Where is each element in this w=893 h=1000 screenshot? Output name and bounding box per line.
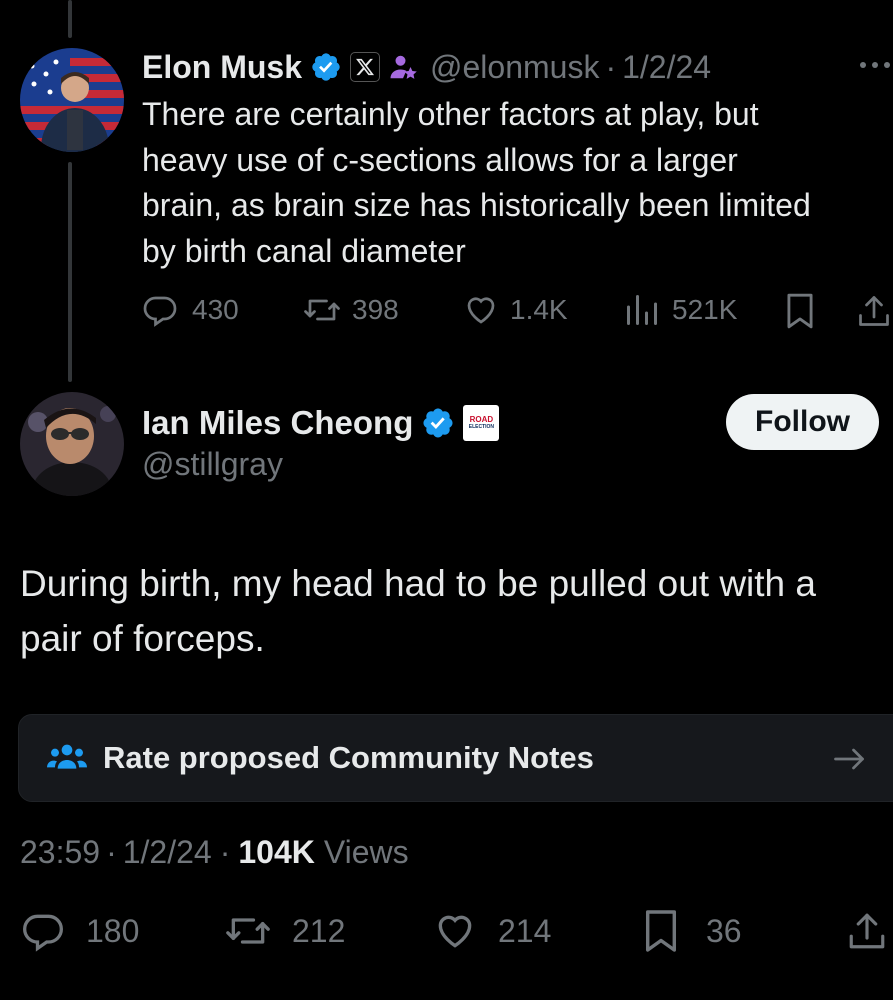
author-handle[interactable]: @elonmusk [430, 49, 599, 86]
repost-count: 212 [292, 912, 346, 949]
affiliate-badge-icon: ROAD ELECTION [463, 405, 500, 441]
thread-line [68, 162, 72, 382]
tweet-time[interactable]: 23:59 [20, 834, 100, 871]
reply-icon [142, 292, 178, 328]
verified-badge-icon [310, 51, 342, 83]
share-button[interactable] [856, 291, 892, 331]
avatar-elon[interactable] [20, 48, 124, 152]
share-icon [846, 908, 888, 954]
views-count: 521K [672, 294, 738, 325]
share-icon [856, 292, 892, 330]
community-people-icon [47, 740, 87, 776]
affiliate-badge-text: ELECTION [468, 424, 495, 430]
tweet-text-line: by birth canal diameter [142, 232, 466, 269]
reply-button[interactable]: 180 [20, 908, 139, 954]
bookmark-button[interactable] [784, 291, 816, 331]
tweet-date[interactable]: 1/2/24 [622, 49, 711, 86]
community-notes-label: Rate proposed Community Notes [103, 740, 594, 775]
views-bar-icon [624, 292, 660, 328]
parent-tweet-text: There are certainly other factors at pla… [142, 92, 811, 274]
heart-icon [432, 909, 478, 953]
parent-tweet-header: Elon Musk @elonmusk · 1/2/24 [142, 46, 711, 88]
tweet-text-line: There are certainly other factors at pla… [142, 96, 759, 132]
arrow-right-icon [831, 741, 867, 777]
bookmark-count: 36 [706, 912, 742, 949]
bookmark-icon [784, 292, 816, 330]
verified-badge-icon [421, 406, 455, 440]
author-name[interactable]: Elon Musk [142, 49, 302, 86]
meta-separator: · [106, 833, 117, 870]
bookmark-button[interactable]: 36 [642, 908, 742, 954]
more-horizontal-icon[interactable] [858, 58, 892, 72]
avatar-ian[interactable] [20, 392, 124, 496]
like-count: 1.4K [510, 294, 568, 325]
like-button[interactable]: 1.4K [462, 290, 568, 330]
repost-icon [224, 909, 272, 953]
tweet-meta: 23:59 · 1/2/24 · 104K Views [20, 832, 409, 872]
views-label: Views [323, 833, 409, 870]
repost-icon [302, 292, 342, 328]
bookmark-icon [642, 908, 680, 954]
author-handle[interactable]: @stillgray [142, 446, 283, 483]
share-button[interactable] [846, 908, 888, 954]
tweet-date[interactable]: 1/2/24 [123, 834, 212, 871]
header-separator: · [605, 48, 617, 85]
thread-line-top [68, 0, 72, 38]
community-notes-card[interactable]: Rate proposed Community Notes [18, 714, 893, 802]
views-button[interactable]: 521K [624, 290, 737, 330]
tweet-text-line: pair of forceps. [20, 618, 265, 659]
repost-count: 398 [352, 294, 399, 325]
tweet-text-line: heavy use of c-sections allows for a lar… [142, 141, 738, 178]
like-button[interactable]: 214 [432, 908, 551, 954]
repost-button[interactable]: 398 [302, 290, 399, 330]
views-count: 104K [238, 833, 315, 870]
reply-button[interactable]: 430 [142, 290, 239, 330]
tweet-text-line: brain, as brain size has historically be… [142, 187, 811, 223]
author-name[interactable]: Ian Miles Cheong [142, 404, 413, 442]
meta-separator: · [219, 833, 231, 870]
heart-icon [462, 292, 500, 328]
repost-button[interactable]: 212 [224, 908, 345, 954]
main-tweet-header: Ian Miles Cheong ROAD ELECTION [142, 402, 500, 444]
main-tweet-text: During birth, my head had to be pulled o… [20, 556, 816, 666]
reply-count: 180 [86, 912, 140, 949]
follow-button[interactable]: Follow [726, 394, 879, 450]
x-affiliate-icon [350, 52, 381, 82]
affiliate-badge-text: ROAD [469, 415, 494, 424]
like-count: 214 [498, 912, 552, 949]
admin-person-icon [388, 52, 418, 82]
reply-icon [20, 909, 66, 953]
reply-count: 430 [192, 294, 239, 325]
tweet-text-line: During birth, my head had to be pulled o… [20, 563, 816, 604]
